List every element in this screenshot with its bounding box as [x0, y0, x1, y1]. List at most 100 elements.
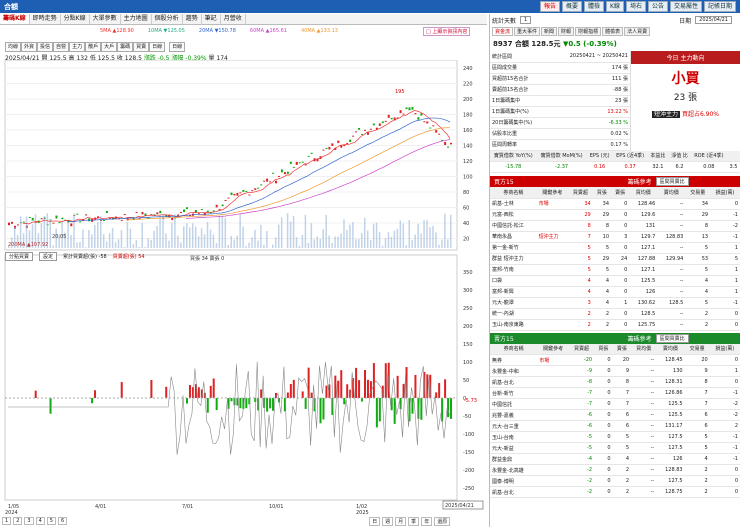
- table-row[interactable]: 華南永昌 短沖主力 7 10 3 129.7 128.83 13 -1: [490, 231, 740, 243]
- bottom-btn-6[interactable]: 日: [369, 516, 381, 526]
- table-cell: 1: [710, 264, 740, 276]
- right-tab-3[interactable]: 財報: [558, 27, 575, 36]
- bottom-btn-1[interactable]: 2: [13, 517, 23, 525]
- bottom-btn-11[interactable]: 還原: [434, 516, 451, 526]
- table-row[interactable]: 玉山-台南 -5 0 5 -- 127.5 5 -1: [490, 431, 740, 443]
- low-tick: 100: [463, 360, 473, 366]
- bottom-btn-9[interactable]: 季: [408, 516, 420, 526]
- top-button-2[interactable]: 體檢: [583, 1, 604, 12]
- candle: [177, 214, 180, 216]
- chart-tab-7[interactable]: 籌碼: [117, 42, 134, 52]
- right-tab-6[interactable]: 法人買賣: [624, 27, 651, 36]
- left-tab-8[interactable]: 月營收: [221, 14, 246, 24]
- top-button-6[interactable]: 交易屬性: [669, 1, 702, 12]
- table-row[interactable]: 中國信託-松江 8 8 0 131 -- 8 -2: [490, 220, 740, 232]
- table-cell: 0: [594, 365, 613, 377]
- chart-tab-9[interactable]: 日線: [149, 42, 166, 52]
- stat-days-select[interactable]: 1: [520, 16, 532, 24]
- bottom-btn-4[interactable]: 5: [46, 517, 56, 525]
- chart-tab-6[interactable]: 大戶: [101, 42, 118, 52]
- right-tab-0[interactable]: 資金流: [492, 27, 514, 36]
- chart-tab-2[interactable]: 投信: [37, 42, 54, 52]
- table-row[interactable]: 兆豐-嘉義 -6 0 6 -- 125.5 6 -2: [490, 409, 740, 421]
- period-select[interactable]: 日線: [169, 42, 186, 52]
- date-input[interactable]: 2025/04/21: [695, 16, 732, 24]
- left-tab-7[interactable]: 筆記: [202, 14, 221, 24]
- left-tab-5[interactable]: 個股分析: [152, 14, 183, 24]
- left-tab-0[interactable]: 籌碼K線: [0, 14, 30, 24]
- buy-chip-select[interactable]: 區間買賣比: [655, 177, 689, 186]
- left-tab-4[interactable]: 主力地圖: [121, 14, 152, 24]
- show-info-checkbox[interactable]: □ 上顯示資訊內容: [423, 27, 471, 36]
- bottom-btn-8[interactable]: 月: [395, 516, 407, 526]
- bottom-btn-10[interactable]: 年: [421, 516, 433, 526]
- net-bar: [292, 379, 295, 398]
- broker-select[interactable]: 分點買賣: [5, 252, 34, 261]
- volume-bar: [206, 221, 209, 248]
- sell-chip-select[interactable]: 區間買賣比: [655, 333, 689, 343]
- right-tab-1[interactable]: 重大事件: [514, 27, 541, 36]
- candle: [447, 146, 450, 148]
- top-button-4[interactable]: 埼右: [625, 1, 646, 12]
- summary-row: 區間成交量 174 張: [490, 62, 630, 74]
- chart-tab-5[interactable]: 散戶: [85, 42, 102, 52]
- top-button-7[interactable]: 記帳日期: [703, 1, 736, 12]
- chart-tab-1[interactable]: 外資: [21, 42, 38, 52]
- candle: [218, 208, 221, 210]
- right-tab-5[interactable]: 體檢表: [602, 27, 624, 36]
- left-tab-1[interactable]: 即時走勢: [30, 14, 61, 24]
- top-button-0[interactable]: 報告: [539, 1, 560, 12]
- bottom-btn-0[interactable]: 1: [2, 517, 12, 525]
- table-row[interactable]: 富邦-竹南 5 5 0 127.1 -- 5 1: [490, 264, 740, 276]
- table-cell: 0: [611, 286, 630, 298]
- top-button-3[interactable]: K線: [606, 1, 624, 12]
- table-row[interactable]: 凱基-士林 市場 34 34 0 128.46 -- 34 0: [490, 198, 740, 210]
- table-row[interactable]: 元大-龍潭 3 4 1 130.62 128.5 5 -1: [490, 297, 740, 309]
- table-row[interactable]: 第一金-新竹 5 5 0 127.1 -- 5 1: [490, 242, 740, 254]
- table-row[interactable]: 元大-新益 -5 0 5 -- 127.5 5 -1: [490, 442, 740, 454]
- table-row[interactable]: 元富-西松 29 29 0 129.6 -- 29 -1: [490, 209, 740, 221]
- top-button-1[interactable]: 概要: [561, 1, 582, 12]
- table-row[interactable]: 元大-台三重 -6 0 6 -- 131.17 6 2: [490, 420, 740, 432]
- table-row[interactable]: 口袋 4 4 0 125.5 -- 4 1: [490, 275, 740, 287]
- volume-bar: [260, 224, 262, 248]
- price-chart[interactable]: 240 220 200 180 160 140 120 100 80 60 40 20 350 300 25…: [0, 60, 487, 515]
- left-tab-3[interactable]: 大單參數: [90, 14, 121, 24]
- table-cell: 126.86: [656, 387, 685, 399]
- table-row[interactable]: 富邦-新興 4 4 0 126 -- 4 1: [490, 286, 740, 298]
- candle: [325, 147, 328, 149]
- bottom-btn-2[interactable]: 3: [24, 517, 34, 525]
- right-tab-2[interactable]: 新聞: [541, 27, 558, 36]
- bottom-btn-3[interactable]: 4: [35, 517, 45, 525]
- table-row[interactable]: 統一-內湖 2 2 0 128.5 -- 2 0: [490, 308, 740, 320]
- table-row[interactable]: 玉山-南京東路 2 2 0 125.75 -- 2 0: [490, 319, 740, 331]
- table-row[interactable]: 台新-新竹 -7 0 7 -- 126.86 7 -1: [490, 387, 740, 399]
- chart-tab-3[interactable]: 自營: [53, 42, 70, 52]
- table-row[interactable]: 中國信託 -7 0 7 -- 125.5 7 -2: [490, 398, 740, 410]
- bottom-btn-5[interactable]: 6: [57, 517, 68, 525]
- table-cell: 20: [684, 354, 710, 366]
- table-row[interactable]: 無券 市場 -20 0 20 -- 128.45 20 0: [490, 354, 740, 366]
- top-button-5[interactable]: 公告: [647, 1, 668, 12]
- table-row[interactable]: 群益金鼎 -4 0 4 -- 126 4 -1: [490, 453, 740, 465]
- right-tab-4[interactable]: 財報指標: [575, 27, 602, 36]
- left-tab-2[interactable]: 分點K線: [61, 14, 90, 24]
- chart-tab-4[interactable]: 主力: [69, 42, 86, 52]
- table-row[interactable]: 國泰-博明 -2 0 2 -- 127.5 2 0: [490, 475, 740, 487]
- candle: [346, 142, 349, 144]
- left-tab-6[interactable]: 趨勢: [183, 14, 202, 24]
- table-row[interactable]: 凱基-台北 -2 0 2 -- 128.75 2 0: [490, 486, 740, 498]
- table-row[interactable]: 永豐金-中和 -9 0 9 -- 130 9 1: [490, 365, 740, 377]
- net-bar: [212, 378, 215, 398]
- price-peak-label: 195: [395, 89, 405, 95]
- table-row[interactable]: 群益 短沖主力 5 29 24 127.88 129.94 53 5: [490, 253, 740, 265]
- bottom-btn-7[interactable]: 週: [382, 516, 394, 526]
- summary-value: 13.22 %: [547, 106, 630, 118]
- settings-button[interactable]: 設定: [39, 252, 58, 261]
- chart-tab-0[interactable]: 均線: [5, 42, 22, 52]
- metrics-head: 實質借款 YoY(%) 實質借款 MoM(%) EPS (元) EPS (近4季) 本益…: [490, 150, 740, 162]
- table-cell: 6: [612, 420, 632, 432]
- table-row[interactable]: 凱基-台北 -8 0 8 -- 128.31 8 0: [490, 376, 740, 388]
- chart-tab-8[interactable]: 買賣: [133, 42, 150, 52]
- table-row[interactable]: 永豐金-北高雄 -2 0 2 -- 128.83 2 0: [490, 464, 740, 476]
